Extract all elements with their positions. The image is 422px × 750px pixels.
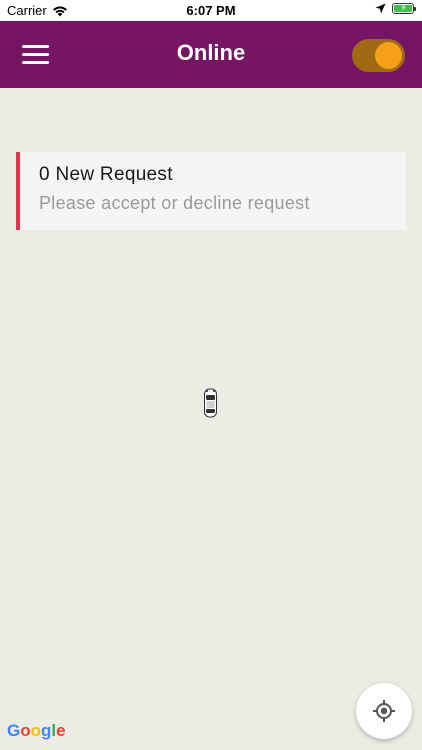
location-arrow-icon (375, 3, 386, 14)
app-header: Online (0, 21, 422, 88)
google-letter: e (56, 721, 66, 740)
status-time: 6:07 PM (186, 3, 236, 18)
request-count-title: 0 New Request (39, 164, 173, 185)
online-toggle[interactable] (352, 39, 405, 72)
google-logo: Google (7, 721, 66, 741)
google-letter: g (41, 721, 52, 740)
google-letter: o (30, 721, 42, 740)
status-bar: Carrier 6:07 PM ⚡ (0, 0, 422, 21)
status-right: ⚡ (375, 3, 416, 14)
app-screen: Carrier 6:07 PM ⚡ Online 0 New Request P… (0, 0, 422, 750)
toggle-knob (375, 42, 402, 69)
my-location-icon (373, 700, 395, 722)
google-letter: G (7, 721, 21, 740)
car-marker-icon (204, 388, 217, 418)
request-instructions: Please accept or decline request (39, 193, 310, 213)
new-request-card[interactable]: 0 New Request Please accept or decline r… (16, 152, 406, 230)
google-letter: o (20, 721, 31, 740)
my-location-button[interactable] (356, 683, 412, 739)
battery-charging-icon: ⚡ (392, 3, 416, 14)
